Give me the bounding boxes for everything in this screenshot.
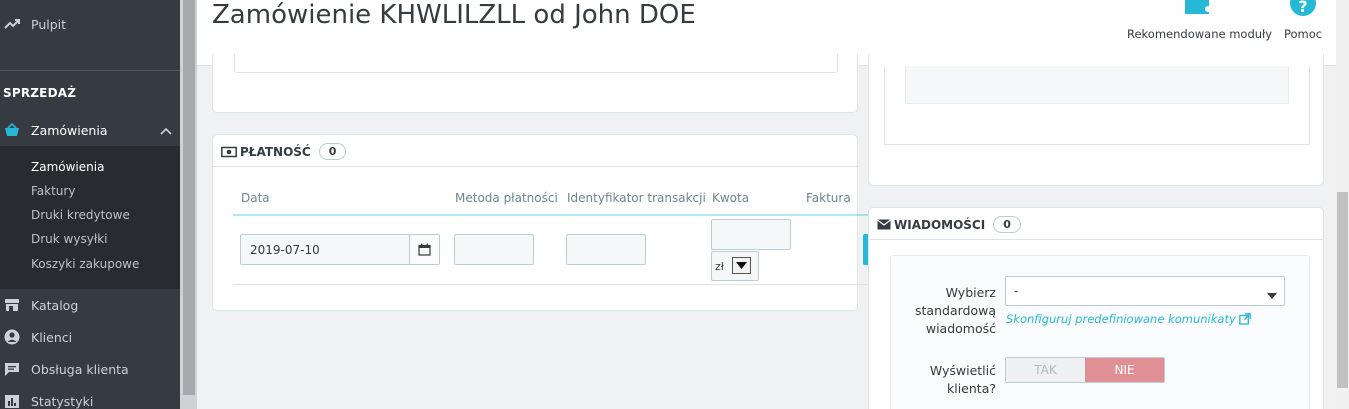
table-row-divider xyxy=(233,284,868,285)
toggle-no-option[interactable]: NIE xyxy=(1085,358,1164,382)
standard-message-select[interactable]: - xyxy=(1005,276,1285,306)
caret-down-icon xyxy=(1267,288,1277,302)
configure-messages-link-label: Skonfiguruj predefiniowane komunikaty xyxy=(1006,312,1236,326)
page-title: Zamówienie KHWLILZLL od John DOE xyxy=(212,0,696,30)
sidebar-subitem-invoices[interactable]: Faktury xyxy=(31,184,75,198)
sidebar-scrollbar-thumb[interactable] xyxy=(183,0,195,395)
chat-icon xyxy=(3,360,21,378)
standard-message-value: - xyxy=(1014,284,1019,298)
sidebar-item-label: Klienci xyxy=(31,329,73,345)
currency-select[interactable]: zł xyxy=(711,251,759,281)
sidebar-divider xyxy=(0,70,180,71)
sidebar-subitem-carts[interactable]: Koszyki zakupowe xyxy=(31,257,139,271)
configure-messages-link[interactable]: Skonfiguruj predefiniowane komunikaty xyxy=(1006,312,1251,326)
payment-count-badge: 0 xyxy=(318,143,347,160)
svg-text:?: ? xyxy=(1298,0,1307,16)
page-scrollbar-thumb[interactable] xyxy=(1337,192,1348,388)
sidebar-section-title: SPRZEDAŻ xyxy=(3,86,77,100)
help-label: Pomoc xyxy=(1283,27,1323,41)
column-header-amount: Kwota xyxy=(712,191,750,205)
currency-value: zł xyxy=(715,259,724,273)
payment-date-field[interactable]: 2019-07-10 xyxy=(240,234,440,265)
sidebar-submenu: Zamówienia Faktury Druki kredytowe Druk … xyxy=(0,146,180,289)
store-icon xyxy=(3,296,21,314)
sidebar-subitem-delivery-slips[interactable]: Druk wysyłki xyxy=(31,232,108,246)
sidebar-item-label: Katalog xyxy=(31,297,79,313)
sidebar-item-label: Pulpit xyxy=(31,16,67,32)
sidebar-item-orders[interactable]: Zamówienia xyxy=(0,115,180,145)
sidebar-item-customers[interactable]: Klienci xyxy=(0,323,180,351)
sidebar-item-catalog[interactable]: Katalog xyxy=(0,291,180,319)
customer-panel xyxy=(868,54,1324,186)
column-header-transaction-id: Identyfikator transakcji xyxy=(567,191,706,205)
payment-heading-divider xyxy=(213,166,857,167)
customer-panel-textarea[interactable] xyxy=(905,66,1289,104)
messages-heading-divider xyxy=(869,239,1323,240)
transaction-id-input[interactable] xyxy=(566,234,646,265)
choose-message-label: Wybierz standardową wiadomość xyxy=(915,285,996,336)
show-to-customer-toggle[interactable]: TAK NIE xyxy=(1005,357,1165,383)
trend-icon xyxy=(3,15,21,33)
column-header-payment-method: Metoda płatności xyxy=(455,191,558,205)
payment-date-value: 2019-07-10 xyxy=(250,242,320,257)
payment-panel-heading: PŁATNOŚĆ 0 xyxy=(221,143,347,160)
chevron-up-icon[interactable] xyxy=(160,123,172,138)
user-icon xyxy=(3,328,21,346)
messages-panel-heading: WIADOMOŚCI 0 xyxy=(877,216,1021,233)
column-header-date: Data xyxy=(241,191,270,205)
sidebar: Pulpit SPRZEDAŻ Zamówienia Zamówienia Fa… xyxy=(0,0,180,409)
toggle-yes-option[interactable]: TAK xyxy=(1006,358,1085,382)
column-header-invoice: Faktura xyxy=(806,191,851,205)
sidebar-item-stats[interactable]: Statystyki xyxy=(0,387,180,409)
envelope-icon xyxy=(877,219,891,230)
sidebar-item-label: Zamówienia xyxy=(31,122,108,138)
caret-down-icon[interactable] xyxy=(732,257,751,274)
previous-panel xyxy=(212,54,858,113)
help-button[interactable]: ? Pomoc xyxy=(1280,0,1326,60)
sidebar-subitem-orders[interactable]: Zamówienia xyxy=(31,160,104,174)
show-to-customer-label: Wyświetlić klienta? xyxy=(929,363,996,396)
sidebar-item-label: Statystyki xyxy=(31,393,94,409)
table-header-divider xyxy=(233,214,868,216)
recommended-modules-button[interactable]: Rekomendowane moduły xyxy=(1127,0,1273,60)
amount-input[interactable] xyxy=(711,219,791,250)
puzzle-icon xyxy=(1183,0,1211,17)
sidebar-item-dashboard[interactable]: Pulpit xyxy=(0,10,180,38)
stats-icon xyxy=(3,392,21,409)
previous-panel-box xyxy=(234,54,838,73)
payment-method-input[interactable] xyxy=(454,234,534,265)
messages-count-badge: 0 xyxy=(993,216,1021,233)
payment-title: PŁATNOŚĆ xyxy=(240,144,311,159)
sidebar-item-label: Obsługa klienta xyxy=(31,361,129,377)
sidebar-subitem-credit-slips[interactable]: Druki kredytowe xyxy=(31,208,130,222)
recommended-modules-label: Rekomendowane moduły xyxy=(1127,27,1273,41)
external-link-icon xyxy=(1238,313,1251,325)
help-icon: ? xyxy=(1290,0,1316,19)
money-icon xyxy=(221,146,237,158)
sidebar-item-customer-service[interactable]: Obsługa klienta xyxy=(0,355,180,383)
basket-icon xyxy=(3,123,21,137)
calendar-icon[interactable] xyxy=(409,235,439,264)
messages-title: WIADOMOŚCI xyxy=(894,217,986,232)
